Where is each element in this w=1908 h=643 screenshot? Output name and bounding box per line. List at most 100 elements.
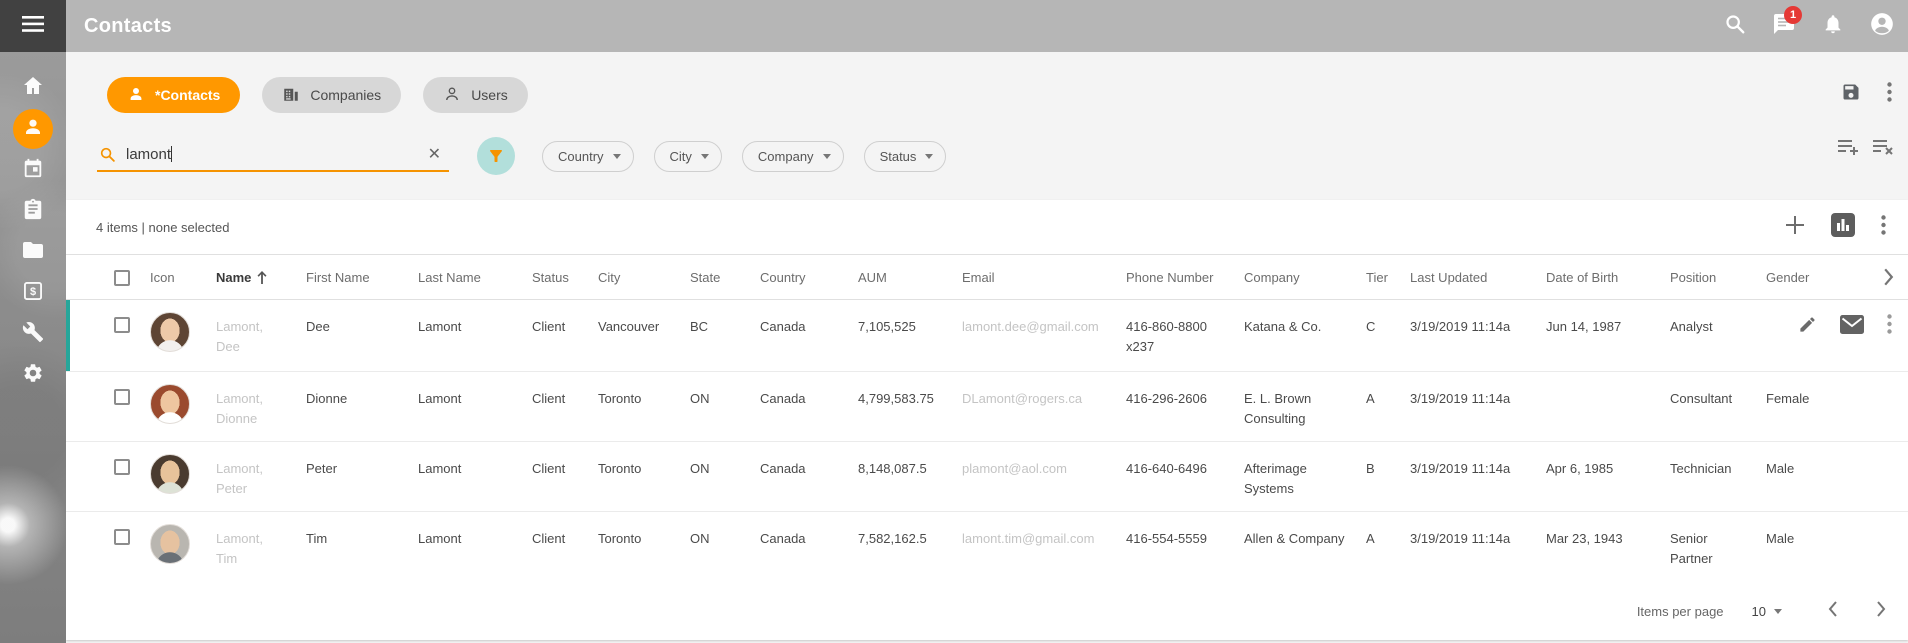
tab-label: Users	[471, 87, 508, 103]
select-all-cell	[114, 255, 150, 299]
table-more-button[interactable]	[1881, 215, 1886, 240]
cell-phone: 416-640-6496	[1126, 442, 1244, 511]
search-icon	[1724, 13, 1746, 40]
row-checkbox[interactable]	[114, 459, 130, 475]
edit-contact-button[interactable]	[1798, 315, 1817, 339]
row-checkbox[interactable]	[114, 389, 130, 405]
tab-users[interactable]: Users	[423, 77, 528, 113]
save-icon	[1841, 82, 1861, 107]
contact-avatar	[150, 384, 190, 424]
row-select-cell	[114, 442, 150, 511]
cell-status: Client	[532, 512, 598, 582]
cell-country: Canada	[760, 442, 858, 511]
mail-icon	[1840, 315, 1864, 339]
column-header-icon[interactable]: Icon	[150, 255, 216, 299]
column-header-last-updated[interactable]: Last Updated	[1410, 255, 1546, 299]
table-header-row: IconNameFirst NameLast Name Status CitySta…	[66, 255, 1908, 300]
sidebar-item-calendar[interactable]	[13, 150, 53, 190]
column-header-label: Tier	[1366, 270, 1388, 285]
cell-email: lamont.tim@gmail.com	[962, 512, 1126, 582]
row-checkbox[interactable]	[114, 317, 130, 333]
email-contact-button[interactable]	[1840, 315, 1864, 339]
column-header-phone-number[interactable]: Phone Number	[1126, 255, 1244, 299]
view-more-button[interactable]	[1887, 82, 1892, 107]
bar-chart-icon	[1831, 213, 1855, 242]
cell-company: Afterimage Systems	[1244, 442, 1366, 511]
search-input[interactable]: lamont ✕	[97, 140, 449, 172]
tab-contacts[interactable]: *Contacts	[107, 77, 240, 113]
topbar-account-button[interactable]	[1868, 12, 1896, 40]
column-header-city[interactable]: City	[598, 255, 690, 299]
sidebar-item-documents[interactable]	[13, 232, 53, 272]
sidebar-item-tasks[interactable]	[13, 191, 53, 231]
tab-companies[interactable]: Companies	[262, 77, 401, 113]
playlist-add-icon[interactable]	[1837, 137, 1859, 160]
sidebar: $	[0, 0, 66, 643]
cell-country: Canada	[760, 512, 858, 582]
chart-view-button[interactable]	[1831, 213, 1855, 242]
clear-search-icon[interactable]: ✕	[424, 144, 445, 164]
column-header-status[interactable]: Status	[532, 255, 598, 299]
sidebar-item-tools[interactable]	[13, 314, 53, 354]
row-end-spacer	[1874, 372, 1908, 441]
contact-name: Lamont, Tim	[216, 529, 274, 569]
contact-name: Lamont, Peter	[216, 459, 274, 499]
table-row[interactable]: Lamont, DionneDionneLamontClientTorontoO…	[66, 372, 1908, 442]
cell-name: Lamont, Tim	[216, 512, 306, 582]
cell-name: Lamont, Peter	[216, 442, 306, 511]
contact-name: Lamont, Dee	[216, 317, 274, 357]
filter-dropdown-city[interactable]: City	[654, 141, 722, 172]
column-header-state[interactable]: State	[690, 255, 760, 299]
chat-badge: 1	[1784, 6, 1802, 24]
table-row[interactable]: Lamont, PeterPeterLamontClientTorontoONC…	[66, 442, 1908, 512]
column-header-last-name[interactable]: Last Name	[418, 255, 532, 299]
cell-date-of-birth	[1546, 372, 1670, 441]
column-header-first-name[interactable]: First Name	[306, 255, 418, 299]
column-header-gender[interactable]: Gender	[1766, 255, 1874, 299]
column-header-country[interactable]: Country	[760, 255, 858, 299]
column-list-tools	[1837, 137, 1894, 160]
company-icon	[282, 85, 300, 106]
items-per-page-select[interactable]: 10	[1752, 604, 1782, 619]
topbar-notifications-button[interactable]	[1819, 12, 1847, 40]
select-all-checkbox[interactable]	[114, 270, 130, 286]
save-view-button[interactable]	[1841, 82, 1861, 107]
hamburger-menu-button[interactable]	[0, 0, 66, 52]
column-header-company[interactable]: Company	[1244, 255, 1366, 299]
cell-tier: A	[1366, 512, 1410, 582]
table-row[interactable]: Lamont, TimTimLamontClientTorontoONCanad…	[66, 512, 1908, 582]
sidebar-item-home[interactable]	[13, 68, 53, 108]
table-row[interactable]: Lamont, DeeDeeLamontClientVancouverBCCan…	[66, 300, 1908, 372]
cell-position: Consultant	[1670, 372, 1766, 441]
next-page-button[interactable]	[1872, 597, 1890, 626]
column-header-aum[interactable]: AUM	[858, 255, 962, 299]
filter-row: lamont ✕ Country City Company Status	[97, 135, 1908, 177]
topbar-chat-button[interactable]: 1	[1770, 12, 1798, 40]
row-select-cell	[114, 512, 150, 582]
column-header-name[interactable]: Name	[216, 255, 306, 299]
column-header-label: Status	[532, 270, 569, 285]
column-header-label: State	[690, 270, 720, 285]
column-header-tier[interactable]: Tier	[1366, 255, 1410, 299]
column-header-label: Last Name	[418, 270, 481, 285]
row-end-spacer	[1874, 442, 1908, 511]
filter-dropdown-country[interactable]: Country	[542, 141, 634, 172]
sidebar-item-settings[interactable]	[13, 355, 53, 395]
filter-funnel-button[interactable]	[477, 137, 515, 175]
previous-page-button[interactable]	[1824, 597, 1842, 626]
filter-dropdown-company[interactable]: Company	[742, 141, 844, 172]
row-checkbox[interactable]	[114, 529, 130, 545]
row-more-button[interactable]	[1887, 314, 1892, 339]
add-contact-button[interactable]	[1785, 215, 1805, 240]
playlist-remove-icon[interactable]	[1872, 137, 1894, 160]
column-header-email[interactable]: Email	[962, 255, 1126, 299]
sidebar-item-contacts[interactable]	[13, 109, 53, 149]
column-header-date-of-birth[interactable]: Date of Birth	[1546, 255, 1670, 299]
cell-country: Canada	[760, 372, 858, 441]
scroll-columns-right-button[interactable]	[1874, 255, 1908, 299]
topbar-search-button[interactable]	[1721, 12, 1749, 40]
sidebar-item-billing[interactable]: $	[13, 273, 53, 313]
filter-dropdown-status[interactable]: Status	[864, 141, 947, 172]
header-gutter	[66, 255, 114, 299]
column-header-position[interactable]: Position	[1670, 255, 1766, 299]
